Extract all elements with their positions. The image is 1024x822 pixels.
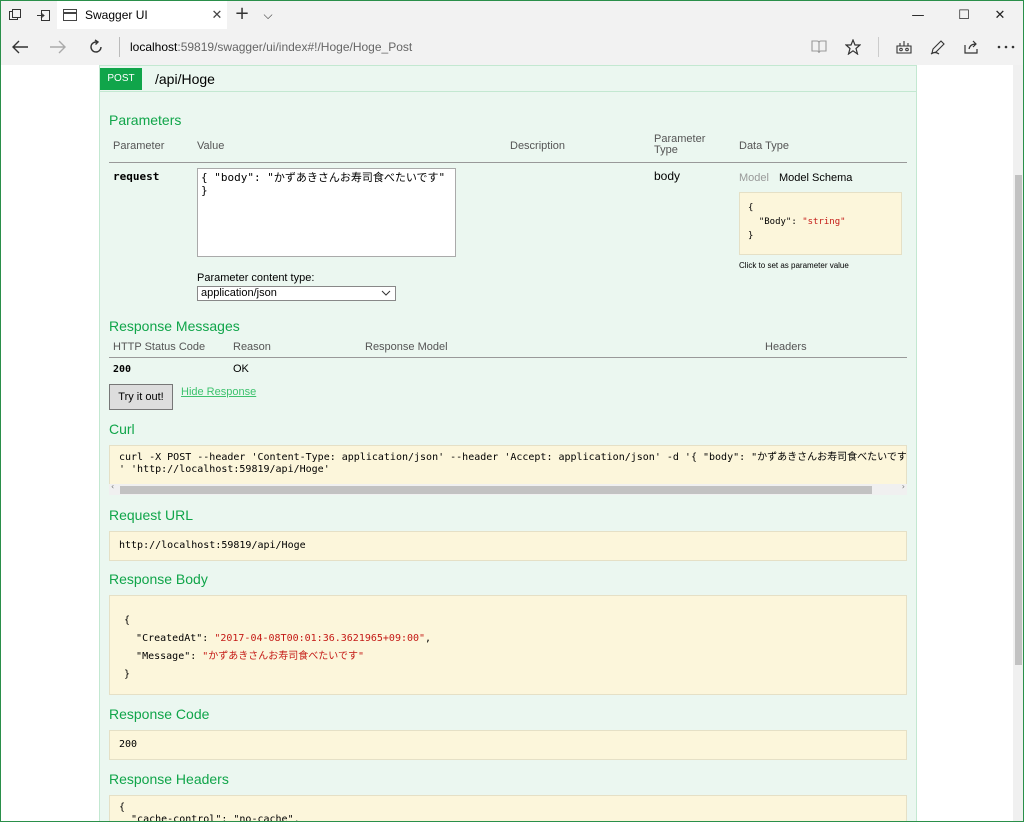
col-headers: Headers bbox=[765, 341, 807, 353]
favorite-button[interactable] bbox=[836, 29, 870, 65]
reading-view-button[interactable] bbox=[802, 29, 836, 65]
more-icon bbox=[997, 45, 1015, 49]
web-note-button[interactable] bbox=[921, 29, 955, 65]
address-bar[interactable]: localhost:59819/swagger/ui/index#!/Hoge/… bbox=[130, 40, 802, 54]
param-name: request bbox=[113, 170, 160, 183]
tab-list-chevron-icon[interactable]: ⌵ bbox=[257, 1, 279, 29]
content-type-label: Parameter content type: bbox=[197, 272, 315, 284]
curl-title: Curl bbox=[109, 421, 135, 437]
refresh-button[interactable] bbox=[77, 29, 115, 65]
page-vertical-scrollbar[interactable] bbox=[1013, 65, 1023, 821]
scroll-right-icon[interactable]: › bbox=[902, 482, 905, 491]
title-bar: Swagger UI ✕ + ⌵ — ☐ ✕ bbox=[1, 1, 1023, 29]
http-method-badge[interactable]: POST bbox=[100, 67, 142, 90]
response-reason: OK bbox=[233, 363, 249, 375]
toolbar-right bbox=[802, 29, 1023, 65]
response-messages-title: Response Messages bbox=[109, 318, 240, 334]
hub-icon bbox=[896, 41, 912, 54]
pen-icon bbox=[930, 40, 945, 55]
back-button[interactable] bbox=[1, 29, 39, 65]
operation-path[interactable]: /api/Hoge bbox=[155, 71, 215, 87]
new-tab-button[interactable]: + bbox=[231, 1, 253, 29]
back-arrow-icon bbox=[12, 40, 28, 54]
page-icon bbox=[63, 9, 77, 21]
operation-post-api-hoge: POST /api/Hoge Parameters Parameter Valu… bbox=[99, 65, 917, 821]
close-window-button[interactable]: ✕ bbox=[977, 1, 1023, 29]
scroll-left-icon[interactable]: ‹ bbox=[111, 482, 114, 491]
model-click-hint: Click to set as parameter value bbox=[739, 261, 849, 270]
page-viewport: POST /api/Hoge Parameters Parameter Valu… bbox=[1, 65, 1023, 821]
browser-window: Swagger UI ✕ + ⌵ — ☐ ✕ localhost:59819/s… bbox=[0, 0, 1024, 822]
tab-close-icon[interactable]: ✕ bbox=[207, 8, 227, 23]
star-icon bbox=[845, 39, 861, 55]
curl-horizontal-scrollbar[interactable]: ‹ › bbox=[109, 482, 907, 495]
tab-title: Swagger UI bbox=[85, 8, 148, 22]
response-body-json: { "CreatedAt": "2017-04-08T00:01:36.3621… bbox=[109, 595, 907, 695]
response-code-value: 200 bbox=[109, 730, 907, 760]
param-type: body bbox=[654, 169, 681, 183]
set-aside-tabs-icon[interactable] bbox=[29, 1, 57, 29]
request-url-value: http://localhost:59819/api/Hoge bbox=[109, 531, 907, 561]
content-type-value: application/json bbox=[201, 287, 277, 299]
more-button[interactable] bbox=[989, 29, 1023, 65]
response-headers-title: Response Headers bbox=[109, 771, 229, 787]
scrollbar-thumb[interactable] bbox=[120, 486, 872, 494]
col-data-type: Data Type bbox=[739, 140, 789, 152]
model-schema-sample[interactable]: { "Body": "string" } bbox=[739, 192, 902, 255]
response-code-title: Response Code bbox=[109, 706, 210, 722]
url-path: :59819/swagger/ui/index#!/Hoge/Hoge_Post bbox=[177, 40, 413, 54]
request-body-textarea[interactable]: { "body": "かずあきさんお寿司食べたいです" } bbox=[197, 168, 456, 257]
col-reason: Reason bbox=[233, 341, 271, 353]
url-host: localhost bbox=[130, 40, 178, 54]
hub-button[interactable] bbox=[887, 29, 921, 65]
navigation-bar: localhost:59819/swagger/ui/index#!/Hoge/… bbox=[1, 29, 1023, 65]
col-description: Description bbox=[510, 140, 566, 152]
book-icon bbox=[811, 40, 827, 54]
tab-model-schema[interactable]: Model Schema bbox=[779, 172, 852, 184]
col-http-status: HTTP Status Code bbox=[113, 341, 206, 353]
response-status-code: 200 bbox=[113, 364, 132, 375]
try-it-out-button[interactable]: Try it out! bbox=[109, 384, 173, 410]
response-headers-json: { "cache-control": "no-cache", bbox=[109, 795, 907, 821]
col-response-model: Response Model bbox=[365, 341, 448, 353]
forward-button[interactable] bbox=[39, 29, 77, 65]
refresh-icon bbox=[90, 39, 102, 53]
parameters-title: Parameters bbox=[109, 112, 182, 128]
share-button[interactable] bbox=[955, 29, 989, 65]
operation-header[interactable]: POST /api/Hoge bbox=[100, 66, 916, 92]
hide-response-link[interactable]: Hide Response bbox=[181, 386, 256, 398]
chevron-down-icon bbox=[381, 290, 391, 296]
col-value: Value bbox=[197, 140, 225, 152]
col-parameter-type: Parameter Type bbox=[654, 133, 706, 156]
share-icon bbox=[964, 40, 978, 54]
tab-preview-icon[interactable] bbox=[1, 1, 29, 29]
response-body-title: Response Body bbox=[109, 571, 208, 587]
tab-swagger-ui[interactable]: Swagger UI ✕ bbox=[57, 1, 227, 29]
tab-model[interactable]: Model bbox=[739, 172, 769, 184]
minimize-button[interactable]: — bbox=[895, 1, 941, 29]
page-scrollbar-thumb[interactable] bbox=[1015, 175, 1022, 665]
request-url-title: Request URL bbox=[109, 507, 194, 523]
content-type-select[interactable]: application/json bbox=[197, 286, 396, 301]
col-parameter: Parameter bbox=[113, 140, 165, 152]
forward-arrow-icon bbox=[50, 40, 66, 54]
